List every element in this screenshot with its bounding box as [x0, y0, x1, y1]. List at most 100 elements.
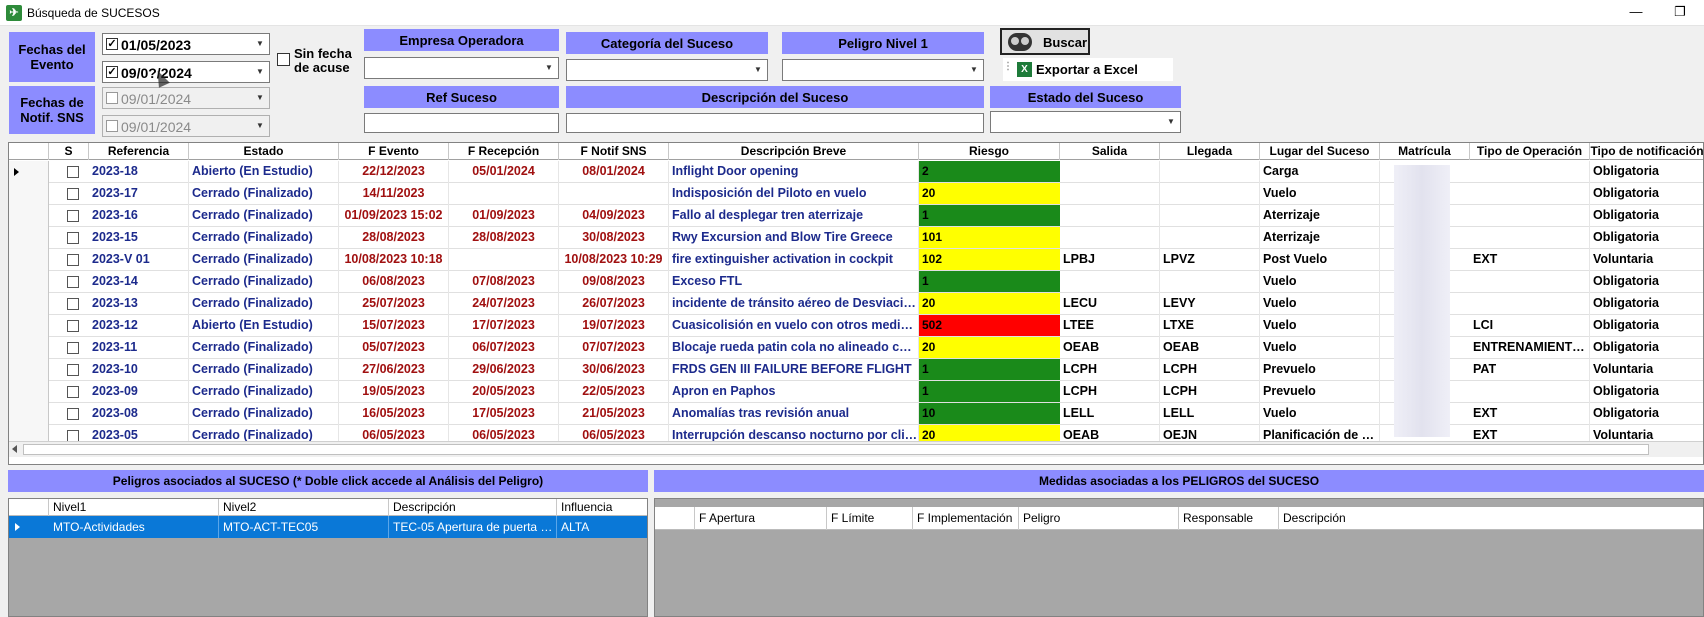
col-header-salida[interactable]: Salida	[1060, 143, 1160, 160]
sin-fecha-acuse-checkbox[interactable]	[277, 53, 290, 66]
chevron-down-icon[interactable]: ▼	[252, 117, 268, 135]
peligro-nivel1-select[interactable]: ▼	[782, 59, 984, 81]
row-header[interactable]	[9, 271, 49, 293]
evento-desde-checkbox[interactable]: ✓	[106, 38, 118, 50]
window-title: Búsqueda de SUCESOS	[27, 6, 160, 20]
scrollbar-thumb[interactable]	[23, 444, 1649, 455]
col-header-tipo-de-operación[interactable]: Tipo de Operación	[1470, 143, 1590, 160]
row-select-checkbox[interactable]	[67, 320, 79, 332]
f-recepcion-cell: 17/05/2023	[449, 403, 559, 425]
descripcion-suceso-input[interactable]	[566, 113, 984, 133]
row-select-checkbox[interactable]	[67, 188, 79, 200]
col-header-matrícula[interactable]: Matrícula	[1380, 143, 1470, 160]
row-select-checkbox[interactable]	[67, 166, 79, 178]
row-select-checkbox[interactable]	[67, 364, 79, 376]
evento-hasta-picker[interactable]: ✓ 09/0?/2024 ▼	[102, 61, 270, 83]
col-f-implementacion[interactable]: F Implementación	[913, 507, 1019, 530]
estado-cell: Cerrado (Finalizado)	[189, 381, 339, 403]
row-header[interactable]	[9, 359, 49, 381]
row-select-checkbox[interactable]	[67, 210, 79, 222]
ref-cell: 2023-11	[89, 337, 189, 359]
row-select-checkbox[interactable]	[67, 276, 79, 288]
notif-desde-value: 09/01/2024	[121, 91, 192, 107]
chevron-down-icon[interactable]: ▼	[1163, 113, 1179, 131]
chevron-down-icon[interactable]: ▼	[252, 89, 268, 107]
tipo-op-cell: EXT	[1470, 403, 1590, 425]
col-descripcion[interactable]: Descripción	[1279, 507, 1703, 530]
col-f-limite[interactable]: F Límite	[827, 507, 913, 530]
row-header[interactable]	[9, 293, 49, 315]
notif-hasta-picker[interactable]: 09/01/2024 ▼	[102, 115, 270, 137]
row-header[interactable]	[9, 381, 49, 403]
row-header[interactable]	[9, 403, 49, 425]
col-header-referencia[interactable]: Referencia	[89, 143, 189, 160]
restore-button[interactable]: ❐	[1666, 3, 1694, 21]
col-header-f-recepción[interactable]: F Recepción	[449, 143, 559, 160]
salida-cell	[1060, 183, 1160, 205]
row-header[interactable]	[9, 161, 49, 183]
col-nivel1[interactable]: Nivel1	[49, 499, 219, 516]
ref-suceso-input[interactable]	[364, 113, 559, 133]
table-row[interactable]: MTO-Actividades MTO-ACT-TEC05 TEC-05 Ape…	[9, 516, 647, 538]
buscar-button[interactable]: Buscar	[1000, 28, 1090, 55]
row-select-checkbox[interactable]	[67, 342, 79, 354]
notif-desde-checkbox[interactable]	[106, 92, 118, 104]
estado-cell: Cerrado (Finalizado)	[189, 249, 339, 271]
col-peligro[interactable]: Peligro	[1019, 507, 1179, 530]
col-header-lugar-del-suceso[interactable]: Lugar del Suceso	[1260, 143, 1380, 160]
ref-cell: 2023-14	[89, 271, 189, 293]
col-responsable[interactable]: Responsable	[1179, 507, 1279, 530]
medidas-grid[interactable]: F Apertura F Límite F Implementación Pel…	[654, 498, 1704, 617]
riesgo-cell: 20	[919, 183, 1060, 204]
col-nivel2[interactable]: Nivel2	[219, 499, 389, 516]
col-influencia[interactable]: Influencia	[557, 499, 647, 516]
col-header-llegada[interactable]: Llegada	[1160, 143, 1260, 160]
col-header-s[interactable]: S	[49, 143, 89, 160]
empresa-operadora-select[interactable]: ▼	[364, 57, 559, 79]
peligros-grid[interactable]: Nivel1 Nivel2 Descripción Influencia MTO…	[8, 498, 648, 617]
col-descripcion[interactable]: Descripción	[389, 499, 557, 516]
ref-cell: 2023-12	[89, 315, 189, 337]
col-header-estado[interactable]: Estado	[189, 143, 339, 160]
llegada-cell	[1160, 227, 1260, 249]
row-header[interactable]	[9, 205, 49, 227]
evento-desde-picker[interactable]: ✓ 01/05/2023 ▼	[102, 33, 270, 55]
col-header-f-notif-sns[interactable]: F Notif SNS	[559, 143, 669, 160]
row-header[interactable]	[9, 337, 49, 359]
chevron-down-icon[interactable]: ▼	[966, 61, 982, 79]
notif-hasta-checkbox[interactable]	[106, 120, 118, 132]
notif-hasta-value: 09/01/2024	[121, 119, 192, 135]
row-header[interactable]	[9, 315, 49, 337]
row-select-checkbox[interactable]	[67, 408, 79, 420]
chevron-down-icon[interactable]: ▼	[750, 61, 766, 79]
col-header-riesgo[interactable]: Riesgo	[919, 143, 1060, 160]
sucesos-grid[interactable]: S Referencia Estado F Evento F Recepción F No…	[8, 142, 1704, 465]
horizontal-scrollbar[interactable]	[9, 441, 1703, 457]
minimize-button[interactable]: —	[1622, 3, 1650, 21]
f-evento-cell: 16/05/2023	[339, 403, 449, 425]
evento-hasta-checkbox[interactable]: ✓	[106, 66, 118, 78]
row-select-checkbox[interactable]	[67, 298, 79, 310]
f-notif-cell: 30/08/2023	[559, 227, 669, 249]
ref-cell: 2023-17	[89, 183, 189, 205]
estado-suceso-select[interactable]: ▼	[990, 111, 1181, 133]
scroll-left-icon[interactable]	[12, 445, 17, 453]
row-header[interactable]	[9, 249, 49, 271]
col-f-apertura[interactable]: F Apertura	[695, 507, 827, 530]
f-notif-cell: 22/05/2023	[559, 381, 669, 403]
row-select-checkbox[interactable]	[67, 386, 79, 398]
f-evento-cell: 06/08/2023	[339, 271, 449, 293]
row-select-checkbox[interactable]	[67, 254, 79, 266]
col-header-f-evento[interactable]: F Evento	[339, 143, 449, 160]
chevron-down-icon[interactable]: ▼	[252, 63, 268, 81]
row-select-checkbox[interactable]	[67, 232, 79, 244]
col-header-descripción-breve[interactable]: Descripción Breve	[669, 143, 919, 160]
chevron-down-icon[interactable]: ▼	[541, 59, 557, 77]
notif-desde-picker[interactable]: 09/01/2024 ▼	[102, 87, 270, 109]
categoria-suceso-select[interactable]: ▼	[566, 59, 768, 81]
row-header[interactable]	[9, 227, 49, 249]
col-header-tipo-de-notificación[interactable]: Tipo de notificación	[1590, 143, 1703, 160]
exportar-excel-button[interactable]: ⋮ X Exportar a Excel	[1003, 58, 1173, 81]
chevron-down-icon[interactable]: ▼	[252, 35, 268, 53]
row-header[interactable]	[9, 183, 49, 205]
